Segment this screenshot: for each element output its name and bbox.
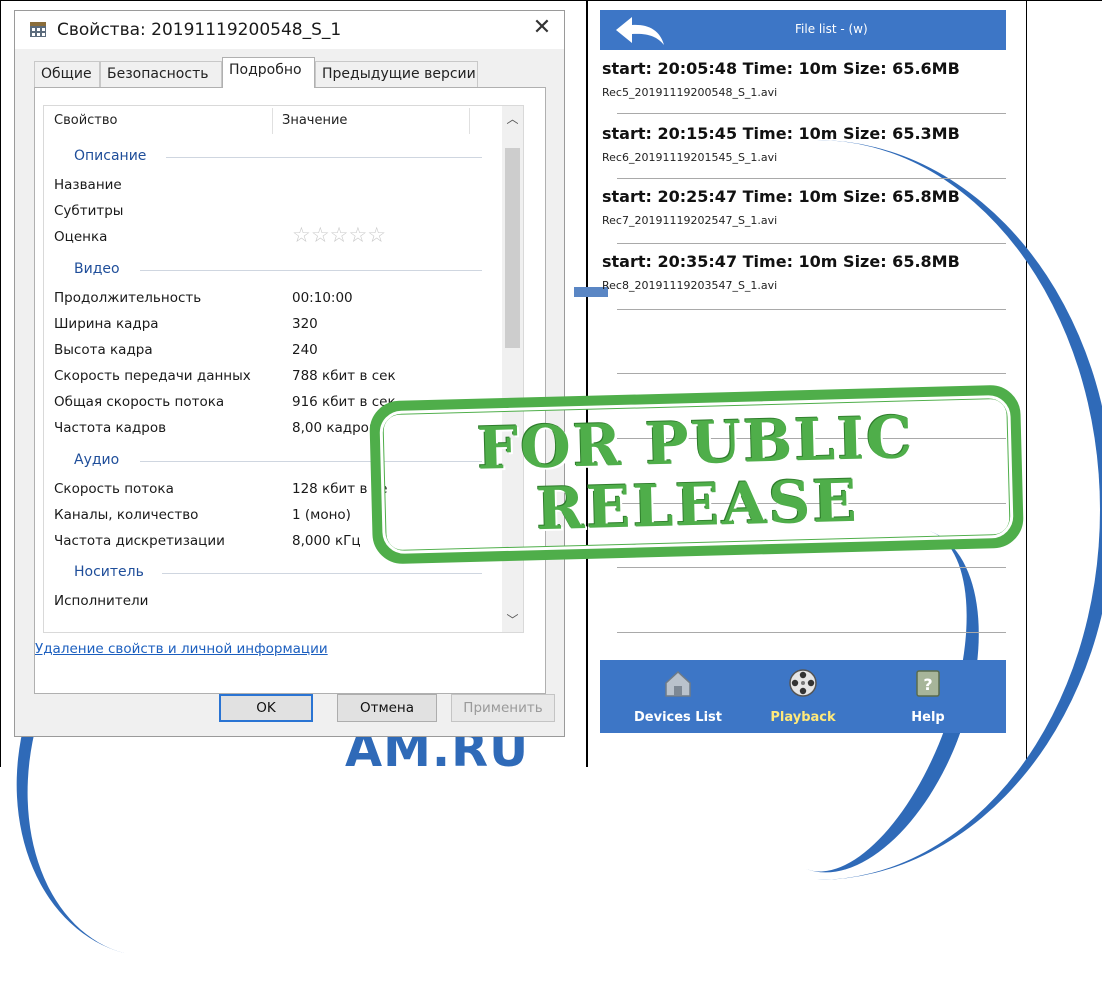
list-divider <box>617 309 1006 310</box>
file-list-title: File list - (w) <box>795 22 868 36</box>
file-name: Rec5_20191119200548_S_1.avi <box>602 86 778 99</box>
list-divider <box>617 632 1006 633</box>
prop-frame-width[interactable]: Ширина кадра <box>54 316 159 332</box>
prop-bitrate[interactable]: Скорость потока <box>54 481 174 497</box>
group-description: Описание <box>74 148 147 164</box>
back-arrow-icon[interactable] <box>612 14 668 48</box>
remove-properties-link[interactable]: Удаление свойств и личной информации <box>35 641 328 657</box>
ok-button[interactable]: OK <box>219 694 313 722</box>
file-list-item[interactable]: start: 20:25:47 Time: 10m Size: 65.8MB R… <box>602 187 1006 227</box>
prop-artists[interactable]: Исполнители <box>54 593 148 609</box>
value-frame-rate: 8,00 кадров/ <box>292 420 382 436</box>
group-video: Видео <box>74 261 120 277</box>
value-sample-rate: 8,000 кГц <box>292 533 361 549</box>
group-divider <box>162 573 482 574</box>
column-header-property[interactable]: Свойство <box>54 106 117 136</box>
tab-label: Playback <box>770 710 836 725</box>
video-file-icon <box>30 22 46 37</box>
rating-stars[interactable]: ☆☆☆☆☆ <box>292 223 386 248</box>
group-media: Носитель <box>74 564 144 580</box>
svg-text:?: ? <box>923 675 932 694</box>
tab-devices-list[interactable]: Devices List <box>618 660 738 733</box>
prop-data-rate[interactable]: Скорость передачи данных <box>54 368 251 384</box>
prop-total-bitrate[interactable]: Общая скорость потока <box>54 394 224 410</box>
tab-label: Devices List <box>633 710 723 725</box>
column-separator[interactable] <box>469 108 470 134</box>
list-divider <box>617 567 1006 568</box>
list-divider <box>617 373 1006 374</box>
file-name: Rec6_20191119201545_S_1.avi <box>602 151 778 164</box>
properties-dialog: Свойства: 20191119200548_S_1 ✕ Общие Без… <box>14 10 565 737</box>
prop-frame-rate[interactable]: Частота кадров <box>54 420 166 436</box>
scroll-down-icon[interactable]: ﹀ <box>502 611 523 628</box>
frame-top-line <box>0 0 1102 1</box>
value-frame-height: 240 <box>292 342 318 358</box>
value-data-rate: 788 кбит в сек <box>292 368 396 384</box>
file-list-header: File list - (w) <box>600 10 1006 50</box>
prop-frame-height[interactable]: Высота кадра <box>54 342 153 358</box>
file-list-item[interactable]: start: 20:15:45 Time: 10m Size: 65.3MB R… <box>602 124 1006 164</box>
value-frame-width: 320 <box>292 316 318 332</box>
tab-details[interactable]: Подробно <box>222 57 315 88</box>
file-info: start: 20:35:47 Time: 10m Size: 65.8MB <box>602 252 960 271</box>
tab-previous-versions[interactable]: Предыдущие версии <box>315 61 478 87</box>
file-info: start: 20:25:47 Time: 10m Size: 65.8MB <box>602 187 960 206</box>
tab-help[interactable]: ? Help <box>868 660 988 733</box>
file-info: start: 20:15:45 Time: 10m Size: 65.3MB <box>602 124 960 143</box>
prop-name[interactable]: Название <box>54 177 122 193</box>
file-info: start: 20:05:48 Time: 10m Size: 65.6MB <box>602 59 960 78</box>
list-divider <box>617 113 1006 114</box>
prop-duration[interactable]: Продолжительность <box>54 290 201 306</box>
bottom-tab-bar: Devices List Playback ? Help <box>600 660 1006 733</box>
list-divider <box>617 178 1006 179</box>
scroll-up-icon[interactable]: ︿ <box>502 110 523 127</box>
file-list-item[interactable]: start: 20:35:47 Time: 10m Size: 65.8MB R… <box>602 252 1006 292</box>
film-reel-icon <box>789 669 817 697</box>
apply-button[interactable]: Применить <box>451 694 555 722</box>
tab-security[interactable]: Безопасность <box>100 61 222 87</box>
scrollbar-thumb[interactable] <box>505 148 520 348</box>
close-icon[interactable]: ✕ <box>520 11 564 45</box>
file-name: Rec8_20191119203547_S_1.avi <box>602 279 778 292</box>
file-list-item[interactable]: start: 20:05:48 Time: 10m Size: 65.6MB R… <box>602 59 1006 99</box>
group-divider <box>166 157 482 158</box>
help-icon: ? <box>916 670 940 697</box>
prop-channels[interactable]: Каналы, количество <box>54 507 198 523</box>
dialog-titlebar: Свойства: 20191119200548_S_1 ✕ <box>15 11 564 49</box>
frame-left-line <box>0 0 1 767</box>
prop-rating[interactable]: Оценка <box>54 229 107 245</box>
tab-playback[interactable]: Playback <box>743 660 863 733</box>
list-divider <box>617 243 1006 244</box>
group-audio: Аудио <box>74 452 120 468</box>
value-channels: 1 (моно) <box>292 507 351 523</box>
prop-subtitle[interactable]: Субтитры <box>54 203 123 219</box>
column-separator[interactable] <box>272 108 273 134</box>
group-divider <box>140 270 482 271</box>
file-name: Rec7_20191119202547_S_1.avi <box>602 214 778 227</box>
cancel-button[interactable]: Отмена <box>337 694 437 722</box>
dialog-title: Свойства: 20191119200548_S_1 <box>57 20 342 40</box>
column-header-value[interactable]: Значение <box>282 106 347 136</box>
public-release-stamp: FOR PUBLIC RELEASE <box>368 384 1025 565</box>
prop-sample-rate[interactable]: Частота дискретизации <box>54 533 225 549</box>
tab-general[interactable]: Общие <box>34 61 100 87</box>
tab-label: Help <box>911 710 945 725</box>
value-duration: 00:10:00 <box>292 290 353 306</box>
home-icon <box>665 670 691 697</box>
